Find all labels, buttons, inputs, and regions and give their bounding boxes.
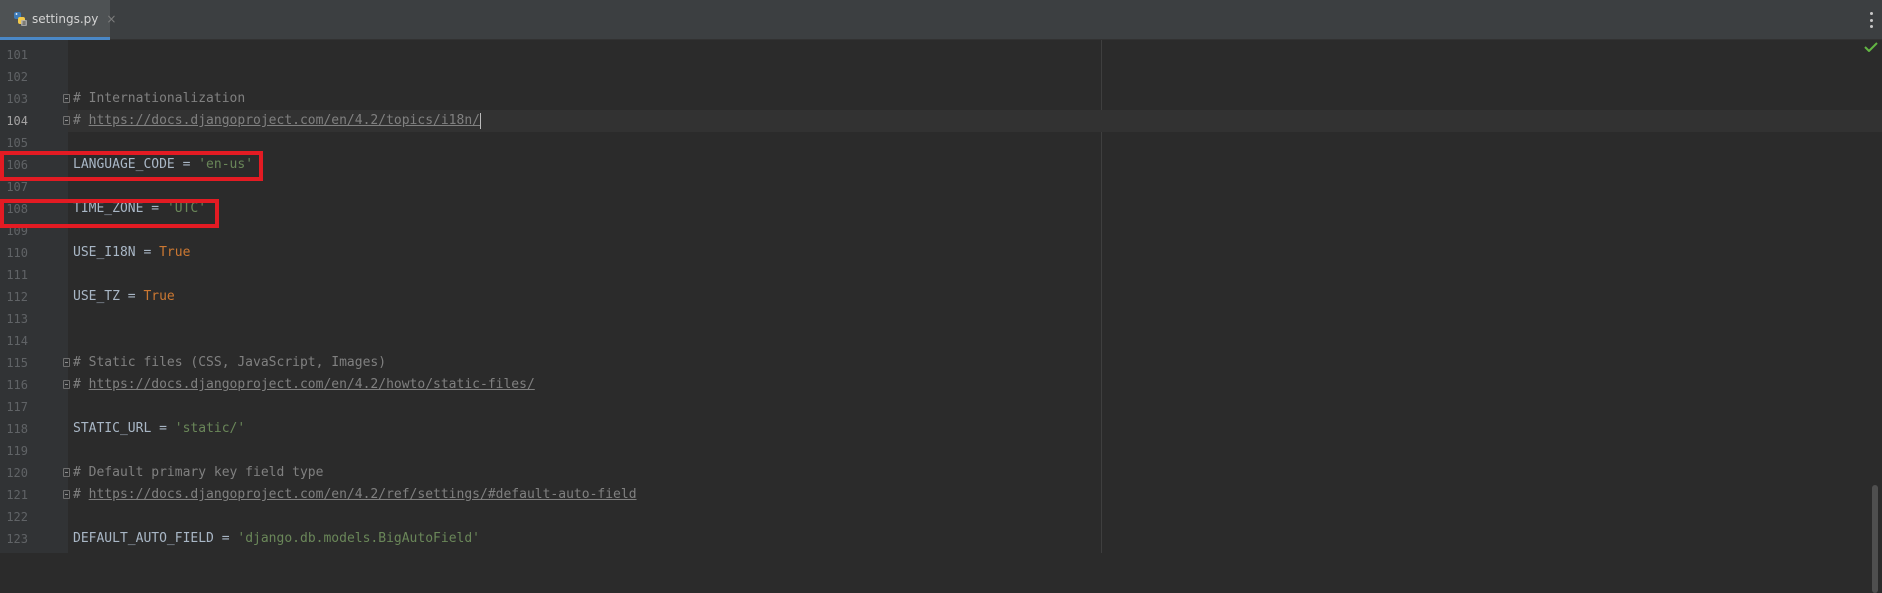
doc-link[interactable]: https://docs.djangoproject.com/en/4.2/re…	[89, 487, 637, 502]
line-number: 111	[6, 268, 28, 282]
code-text: USE_TZ = True	[73, 286, 175, 308]
code-line[interactable]: 121 # https://docs.djangoproject.com/en/4…	[0, 484, 1882, 506]
code-text: USE_I18N = True	[73, 242, 190, 264]
line-number: 118	[6, 422, 28, 436]
code-line[interactable]: 114	[0, 330, 1882, 352]
code-line[interactable]: 104 # https://docs.djangoproject.com/en/4…	[0, 110, 1882, 132]
doc-link[interactable]: https://docs.djangoproject.com/en/4.2/ho…	[89, 377, 535, 392]
python-file-icon	[12, 11, 28, 27]
highlight-box-time-zone	[0, 199, 219, 228]
code-line[interactable]: 102	[0, 66, 1882, 88]
line-number: 119	[6, 444, 28, 458]
doc-link[interactable]: https://docs.djangoproject.com/en/4.2/to…	[89, 113, 480, 128]
line-number: 103	[6, 92, 28, 106]
code-line[interactable]: 111	[0, 264, 1882, 286]
line-number: 120	[6, 466, 28, 480]
code-text: # https://docs.djangoproject.com/en/4.2/…	[73, 110, 481, 132]
tab-settings-py[interactable]: settings.py ×	[0, 0, 116, 40]
vertical-scrollbar[interactable]	[1872, 485, 1878, 593]
code-line[interactable]: 109	[0, 220, 1882, 242]
assign-operator: =	[213, 531, 238, 546]
line-number: 101	[6, 48, 28, 62]
fold-icon[interactable]	[63, 116, 70, 125]
variable-name: DEFAULT_AUTO_FIELD	[73, 531, 214, 546]
fold-icon[interactable]	[63, 358, 70, 367]
fold-icon[interactable]	[63, 380, 70, 389]
code-text: DEFAULT_AUTO_FIELD = 'django.db.models.B…	[73, 528, 480, 550]
comment-text: # Default primary key field type	[73, 465, 324, 480]
fold-icon[interactable]	[63, 94, 70, 103]
comment-text: # Internationalization	[73, 91, 246, 106]
more-options-icon[interactable]	[1868, 10, 1874, 30]
checkmark-icon[interactable]	[1864, 42, 1878, 52]
code-line[interactable]: 118 STATIC_URL = 'static/'	[0, 418, 1882, 440]
line-number: 114	[6, 334, 28, 348]
line-number: 113	[6, 312, 28, 326]
code-editor[interactable]: 101 102 103 # Internationalization 104 # http…	[0, 40, 1882, 593]
variable-name: USE_I18N	[73, 245, 136, 260]
line-number: 104	[6, 114, 28, 128]
code-text: # Default primary key field type	[73, 462, 323, 484]
code-line[interactable]: 112 USE_TZ = True	[0, 286, 1882, 308]
variable-name: USE_TZ	[73, 289, 120, 304]
string-value: 'static/'	[174, 421, 246, 436]
line-number: 122	[6, 510, 28, 524]
assign-operator: =	[151, 421, 175, 436]
code-text: # Static files (CSS, JavaScript, Images)	[73, 352, 386, 374]
code-line[interactable]: 107	[0, 176, 1882, 198]
code-text: STATIC_URL = 'static/'	[73, 418, 245, 440]
code-line[interactable]: 120 # Default primary key field type	[0, 462, 1882, 484]
code-text: # https://docs.djangoproject.com/en/4.2/…	[73, 484, 637, 506]
code-line[interactable]: 103 # Internationalization	[0, 88, 1882, 110]
line-number: 112	[6, 290, 28, 304]
line-number: 121	[6, 488, 28, 502]
text-caret	[480, 112, 481, 129]
line-number: 117	[6, 400, 28, 414]
line-number: 116	[6, 378, 28, 392]
tab-label: settings.py	[32, 11, 99, 26]
fold-icon[interactable]	[63, 468, 70, 477]
code-line[interactable]: 117	[0, 396, 1882, 418]
code-line[interactable]: 113	[0, 308, 1882, 330]
editor-tab-bar: settings.py ×	[0, 0, 1882, 40]
code-line[interactable]: 110 USE_I18N = True	[0, 242, 1882, 264]
comment-prefix: #	[73, 377, 89, 392]
variable-name: STATIC_URL	[73, 421, 152, 436]
code-line[interactable]: 116 # https://docs.djangoproject.com/en/4…	[0, 374, 1882, 396]
code-line[interactable]: 106 LANGUAGE_CODE = 'en-us'	[0, 154, 1882, 176]
keyword-value: True	[143, 289, 175, 304]
comment-prefix: #	[73, 113, 89, 128]
highlight-box-language-code	[0, 151, 263, 181]
assign-operator: =	[135, 245, 160, 260]
code-line[interactable]: 105	[0, 132, 1882, 154]
code-text: # Internationalization	[73, 88, 245, 110]
code-line[interactable]: 115 # Static files (CSS, JavaScript, Imag…	[0, 352, 1882, 374]
fold-icon[interactable]	[63, 490, 70, 499]
code-text: # https://docs.djangoproject.com/en/4.2/…	[73, 374, 535, 396]
line-number: 110	[6, 246, 28, 260]
code-line[interactable]: 101	[0, 44, 1882, 66]
code-line[interactable]: 122	[0, 506, 1882, 528]
code-line[interactable]: 119	[0, 440, 1882, 462]
line-number: 102	[6, 70, 28, 84]
comment-prefix: #	[73, 487, 89, 502]
line-number: 115	[6, 356, 28, 370]
close-icon[interactable]: ×	[106, 12, 116, 26]
code-line[interactable]: 123 DEFAULT_AUTO_FIELD = 'django.db.model…	[0, 528, 1882, 550]
assign-operator: =	[119, 289, 144, 304]
keyword-value: True	[159, 245, 191, 260]
comment-text: # Static files (CSS, JavaScript, Images)	[73, 355, 387, 370]
code-line[interactable]: 108 TIME_ZONE = 'UTC'	[0, 198, 1882, 220]
string-value: 'django.db.models.BigAutoField'	[237, 531, 481, 546]
line-number: 123	[6, 532, 28, 546]
